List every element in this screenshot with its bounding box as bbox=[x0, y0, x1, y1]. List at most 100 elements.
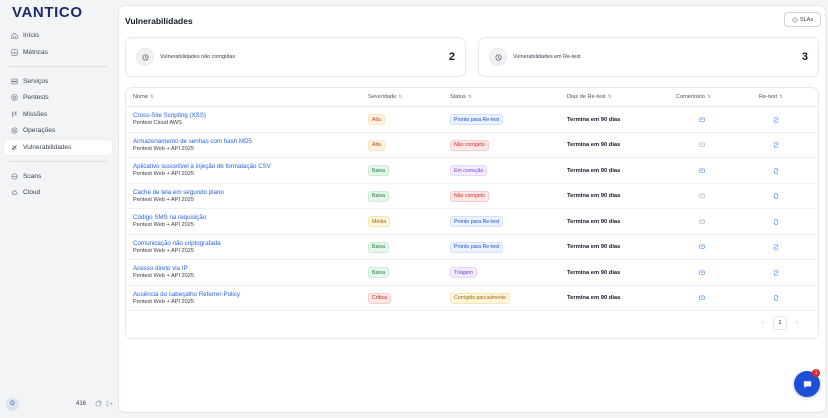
stat-card-uncorrected: Vulnerabilidades não corrigidas 2 bbox=[125, 37, 466, 77]
flag-icon bbox=[9, 111, 19, 118]
comment-icon[interactable] bbox=[699, 260, 705, 286]
vulnerability-name-link[interactable]: Código SMS na requisição bbox=[133, 214, 206, 222]
sidebar-item-label: Serviços bbox=[23, 77, 49, 85]
table-row[interactable]: Ausência do cabeçalho Referrer-Policy Pe… bbox=[126, 286, 818, 312]
comment-icon[interactable] bbox=[699, 184, 705, 210]
status-cell: Pronto para Re-test bbox=[450, 209, 504, 235]
retest-icon[interactable] bbox=[773, 107, 779, 133]
server-icon bbox=[9, 78, 19, 85]
next-page-button[interactable]: › bbox=[796, 320, 798, 326]
sidebar-item-vulnerabilidades[interactable]: Vulnerabilidades bbox=[4, 139, 112, 155]
vulnerability-name-link[interactable]: Comunicação não criptografada bbox=[133, 240, 221, 248]
table-row[interactable]: Armazenamento de senhas com hash MD5 Pen… bbox=[126, 133, 818, 159]
severity-cell: Baixa bbox=[368, 260, 389, 286]
retest-icon[interactable] bbox=[773, 286, 779, 312]
col-status[interactable]: Status ⇅ bbox=[450, 94, 472, 100]
stat-card-retest: Vulnerabilidades em Re-test 3 bbox=[478, 37, 819, 77]
name-cell: Cross-Site Scripting (XSS) Pentest Cloud… bbox=[133, 107, 206, 133]
comment-icon[interactable] bbox=[699, 133, 705, 159]
sidebar-item-operacoes[interactable]: Operações bbox=[4, 123, 112, 138]
retest-days: Termina em 90 dias bbox=[567, 218, 621, 225]
retest-icon[interactable] bbox=[773, 209, 779, 235]
sidebar-item-label: Vulnerabilidades bbox=[23, 143, 72, 151]
name-cell: Ausência do cabeçalho Referrer-Policy Pe… bbox=[133, 286, 240, 312]
col-retest-label: Re-test bbox=[759, 94, 778, 100]
retest-icon[interactable] bbox=[773, 133, 779, 159]
col-days[interactable]: Dias de Re-test ⇅ bbox=[567, 94, 612, 100]
sidebar-item-scans[interactable]: Scans bbox=[4, 169, 112, 184]
name-cell: Comunicação não criptografada Pentest We… bbox=[133, 235, 221, 261]
severity-cell: Média bbox=[368, 209, 391, 235]
page-number-button[interactable]: 1 bbox=[772, 316, 787, 330]
prev-page-button[interactable]: ‹ bbox=[762, 320, 764, 326]
retest-days: Termina em 90 dias bbox=[567, 142, 621, 149]
table-row[interactable]: Cache de tela em segundo plano Pentest W… bbox=[126, 184, 818, 210]
days-cell: Termina em 90 dias bbox=[567, 158, 620, 184]
vulnerability-name-link[interactable]: Acesso direto via IP bbox=[133, 265, 188, 273]
retest-icon[interactable] bbox=[773, 158, 779, 184]
retest-days: Termina em 90 dias bbox=[567, 269, 621, 276]
severity-badge: Baixa bbox=[368, 190, 389, 202]
severity-badge: Alta bbox=[368, 139, 385, 151]
status-badge: Triagem bbox=[450, 267, 477, 279]
vantico-logo[interactable]: VANTICO bbox=[12, 4, 83, 21]
comment-icon[interactable] bbox=[699, 158, 705, 184]
sidebar-item-label: Início bbox=[23, 32, 39, 39]
status-cell: Corrigido parcialmente bbox=[450, 286, 511, 312]
severity-cell: Alta bbox=[368, 133, 385, 159]
status-badge: Pronto para Re-test bbox=[450, 241, 504, 253]
status-badge: Em correção bbox=[450, 165, 488, 177]
stat-label: Vulnerabilidades em Re-test bbox=[513, 54, 581, 60]
severity-cell: Baixa bbox=[368, 184, 389, 210]
copy-icon[interactable] bbox=[95, 400, 103, 408]
sidebar-item-inicio[interactable]: Início bbox=[4, 28, 112, 43]
sidebar-item-pentests[interactable]: Pentests bbox=[4, 90, 112, 105]
severity-cell: Baixa bbox=[368, 158, 389, 184]
sidebar-item-metricas[interactable]: Métricas bbox=[4, 45, 112, 60]
retest-days: Termina em 90 dias bbox=[567, 244, 621, 251]
days-cell: Termina em 90 dias bbox=[567, 133, 620, 159]
vulnerability-name-link[interactable]: Aplicativo suscetível à injeção de forma… bbox=[133, 163, 271, 171]
comment-icon[interactable] bbox=[699, 209, 705, 235]
sla-button[interactable]: SLAs bbox=[784, 12, 821, 27]
col-severity[interactable]: Severidade ⇅ bbox=[368, 94, 403, 100]
sort-icon: ⇅ bbox=[607, 94, 612, 100]
table-row[interactable]: Comunicação não criptografada Pentest We… bbox=[126, 235, 818, 261]
sidebar-item-servicos[interactable]: Serviços bbox=[4, 74, 112, 89]
retest-icon[interactable] bbox=[773, 260, 779, 286]
vulnerability-name-link[interactable]: Armazenamento de senhas com hash MD5 bbox=[133, 138, 252, 146]
comment-icon[interactable] bbox=[699, 235, 705, 261]
comment-icon[interactable] bbox=[699, 286, 705, 312]
sla-button-label: SLAs bbox=[799, 16, 814, 23]
col-retest[interactable]: Re-test ⇅ bbox=[759, 94, 783, 100]
chat-icon bbox=[803, 380, 811, 388]
vulnerability-name-link[interactable]: Cross-Site Scripting (XSS) bbox=[133, 112, 206, 120]
col-severity-label: Severidade bbox=[368, 94, 397, 100]
avatar[interactable]: G bbox=[6, 397, 19, 411]
name-cell: Cache de tela em segundo plano Pentest W… bbox=[133, 184, 224, 210]
sidebar-item-label: Missões bbox=[23, 110, 48, 118]
sidebar-item-cloud[interactable]: Cloud bbox=[4, 185, 112, 200]
sidebar-item-missoes[interactable]: Missões bbox=[4, 107, 112, 122]
col-name[interactable]: Nome ⇅ bbox=[133, 94, 154, 100]
sidebar-item-label: Scans bbox=[23, 172, 42, 180]
project-name: Pentest Web + API 2025 bbox=[133, 196, 195, 203]
table-row[interactable]: Código SMS na requisição Pentest Web + A… bbox=[126, 209, 818, 235]
retest-icon[interactable] bbox=[773, 184, 779, 210]
vulnerability-name-link[interactable]: Ausência do cabeçalho Referrer-Policy bbox=[133, 291, 240, 299]
table-row[interactable]: Acesso direto via IP Pentest Web + API 2… bbox=[126, 260, 818, 286]
vulnerability-name-link[interactable]: Cache de tela em segundo plano bbox=[133, 189, 224, 197]
status-cell: Em correção bbox=[450, 158, 488, 184]
status-cell: Pronto para Re-test bbox=[450, 107, 504, 133]
logout-icon[interactable] bbox=[106, 400, 114, 408]
table-row[interactable]: Aplicativo suscetível à injeção de forma… bbox=[126, 158, 818, 184]
table-row[interactable]: Cross-Site Scripting (XSS) Pentest Cloud… bbox=[126, 107, 818, 133]
severity-cell: Crítica bbox=[368, 286, 391, 312]
status-cell: Não corrigido bbox=[450, 133, 489, 159]
stat-icon bbox=[489, 48, 507, 66]
retest-icon[interactable] bbox=[773, 235, 779, 261]
comment-icon[interactable] bbox=[699, 107, 705, 133]
severity-badge: Crítica bbox=[368, 292, 391, 304]
stat-value: 2 bbox=[448, 51, 455, 63]
col-comment[interactable]: Comentário ⇅ bbox=[676, 94, 711, 100]
